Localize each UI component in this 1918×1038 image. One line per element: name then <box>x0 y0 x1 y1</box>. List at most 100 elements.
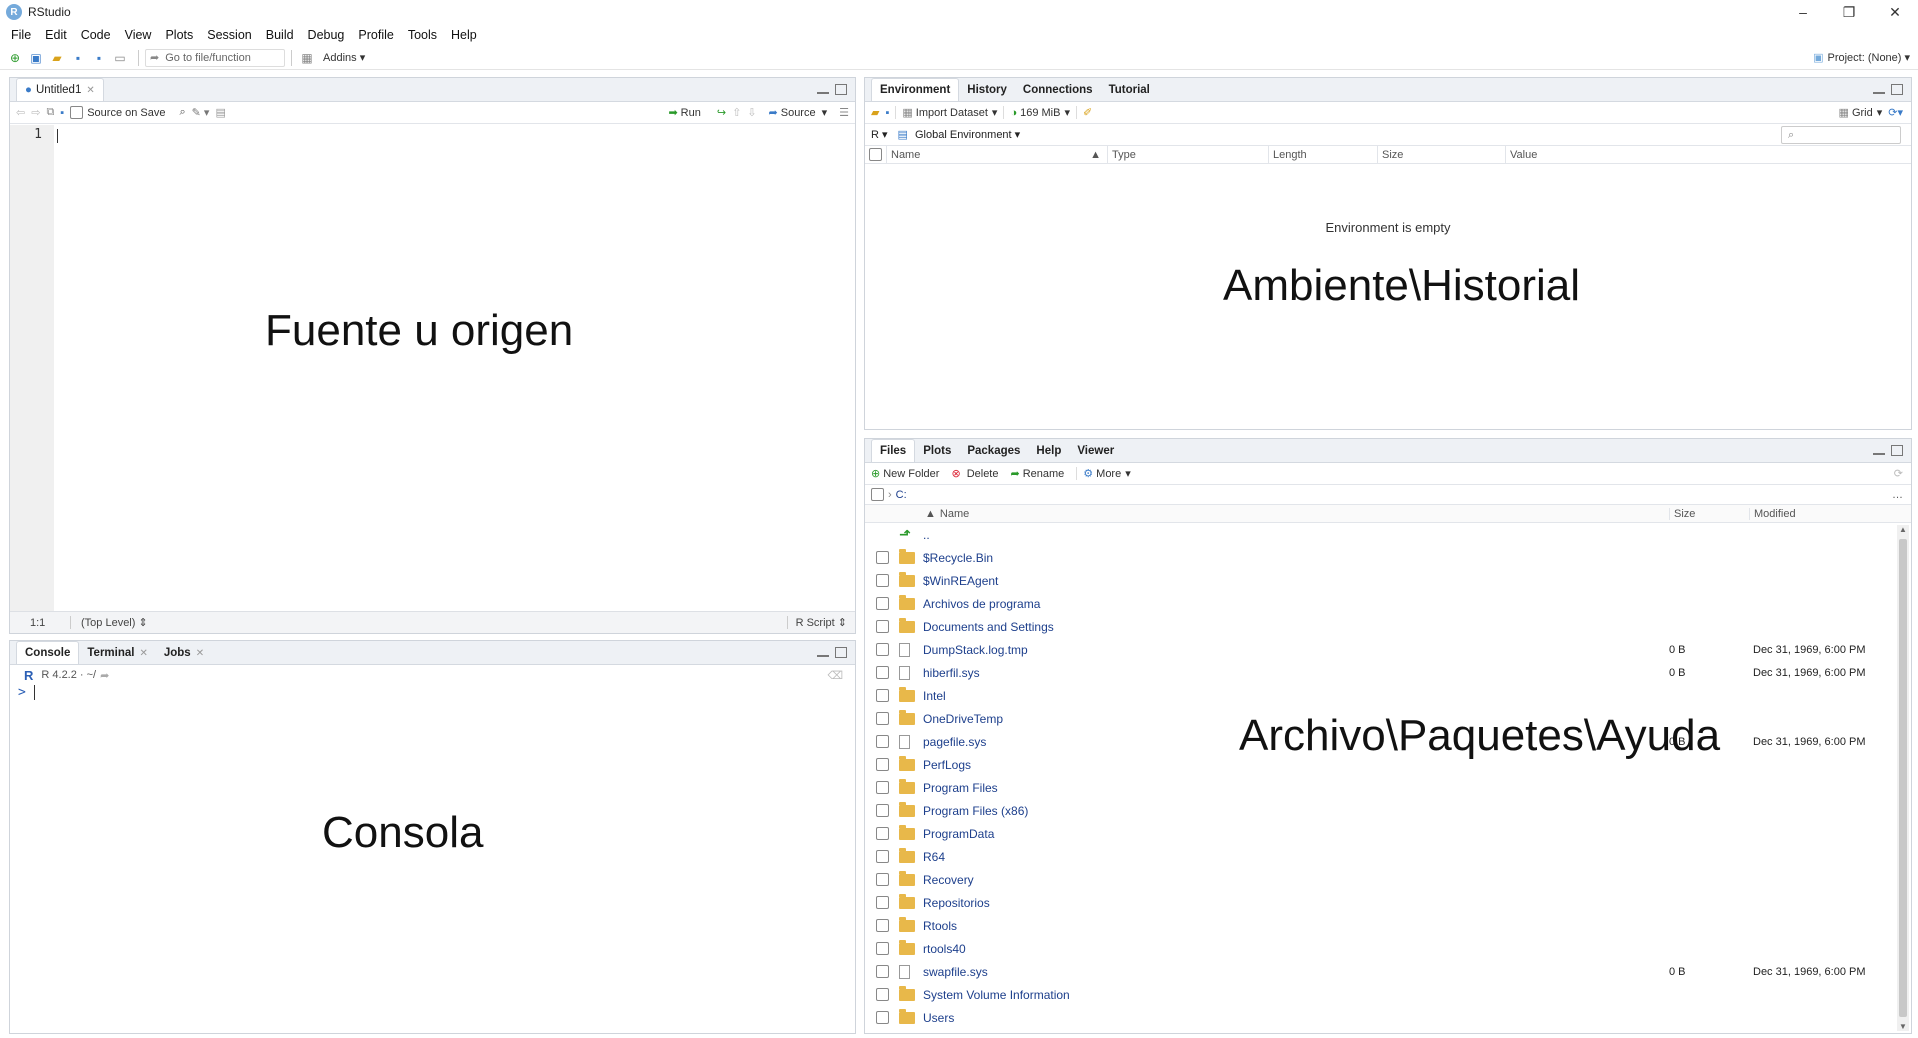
language-selector[interactable]: R ▾ <box>871 128 888 141</box>
file-row[interactable]: Intel <box>865 684 1911 707</box>
row-checkbox[interactable] <box>875 551 889 564</box>
file-row[interactable]: $Recycle.Bin <box>865 546 1911 569</box>
minimize-pane-icon[interactable] <box>1873 451 1885 455</box>
file-name-link[interactable]: Archivos de programa <box>923 597 1669 611</box>
row-checkbox[interactable] <box>875 781 889 794</box>
col-name[interactable]: Name ▲ <box>887 146 1108 163</box>
view-mode-selector[interactable]: ▦ Grid ▾ <box>1839 106 1883 120</box>
save-icon[interactable]: ▪ <box>69 49 87 67</box>
path-label[interactable]: C: <box>896 489 907 501</box>
file-row[interactable]: Recovery <box>865 868 1911 891</box>
save-workspace-icon[interactable]: ▪ <box>885 107 889 119</box>
file-row[interactable]: $WinREAgent <box>865 569 1911 592</box>
col-size[interactable]: Size <box>1669 507 1749 520</box>
tab-console[interactable]: Console <box>16 641 80 664</box>
select-all-checkbox[interactable] <box>871 488 884 501</box>
delete-button[interactable]: ⊗ Delete <box>951 467 998 481</box>
maximize-pane-icon[interactable] <box>1891 445 1903 456</box>
tab-plots[interactable]: Plots <box>915 440 959 462</box>
new-file-icon[interactable]: ⊕ <box>6 49 24 67</box>
environment-selector[interactable]: ▤ Global Environment ▾ <box>898 128 1021 141</box>
document-outline-icon[interactable]: ☰ <box>839 106 849 119</box>
row-checkbox[interactable] <box>875 827 889 840</box>
load-workspace-icon[interactable]: ▰ <box>871 106 879 119</box>
run-button[interactable]: ➡ Run <box>668 106 700 120</box>
row-checkbox[interactable] <box>875 919 889 932</box>
file-name-link[interactable]: DumpStack.log.tmp <box>923 643 1669 657</box>
goto-file-function-input[interactable]: ➦ Go to file/function <box>145 48 285 67</box>
file-row[interactable]: DumpStack.log.tmp 0 B Dec 31, 1969, 6:00 P… <box>865 638 1911 661</box>
row-checkbox[interactable] <box>875 666 889 679</box>
row-checkbox[interactable] <box>875 850 889 863</box>
file-name-link[interactable]: hiberfil.sys <box>923 666 1669 680</box>
show-in-window-icon[interactable]: ⧉ <box>46 106 54 119</box>
row-checkbox[interactable] <box>875 574 889 587</box>
row-checkbox[interactable] <box>875 643 889 656</box>
print-icon[interactable]: ▭ <box>111 49 129 67</box>
row-checkbox[interactable] <box>875 620 889 633</box>
file-row[interactable]: Documents and Settings <box>865 615 1911 638</box>
minimize-pane-icon[interactable] <box>1873 90 1885 94</box>
rerun-icon[interactable]: ↪ <box>717 106 726 119</box>
tab-environment[interactable]: Environment <box>871 78 960 101</box>
row-checkbox[interactable] <box>875 689 889 702</box>
close-tab-icon[interactable]: ✕ <box>139 648 147 659</box>
code-tools-wand-icon[interactable]: ✎ ▾ <box>192 106 210 119</box>
tab-untitled1[interactable]: ● Untitled1 ✕ <box>16 78 104 101</box>
goto-dir-icon[interactable]: ➦ <box>100 669 109 682</box>
select-all-checkbox[interactable] <box>869 148 882 161</box>
row-checkbox[interactable] <box>875 1011 889 1024</box>
file-row[interactable]: swapfile.sys 0 B Dec 31, 1969, 6:00 PM <box>865 960 1911 983</box>
menu-code[interactable]: Code <box>74 28 118 42</box>
row-checkbox[interactable] <box>875 965 889 978</box>
col-size[interactable]: Size <box>1378 146 1506 163</box>
row-checkbox[interactable] <box>875 873 889 886</box>
row-checkbox[interactable] <box>875 896 889 909</box>
file-row[interactable]: hiberfil.sys 0 B Dec 31, 1969, 6:00 PM <box>865 661 1911 684</box>
memory-usage-button[interactable]: ◑ 169 MiB ▾ <box>1003 106 1070 119</box>
tab-history[interactable]: History <box>959 79 1015 101</box>
source-on-save-checkbox[interactable] <box>70 106 84 119</box>
back-arrow-icon[interactable]: ⇦ <box>16 106 25 119</box>
row-checkbox[interactable] <box>875 597 889 610</box>
maximize-pane-icon[interactable] <box>835 647 847 658</box>
search-icon[interactable]: ⌕ <box>179 106 185 119</box>
source-on-save-toggle[interactable]: Source on Save <box>70 106 165 119</box>
menu-file[interactable]: File <box>4 28 38 42</box>
file-row[interactable]: Users <box>865 1006 1911 1029</box>
file-row[interactable]: rtools40 <box>865 937 1911 960</box>
col-value[interactable]: Value <box>1506 146 1911 163</box>
code-editor[interactable]: 1 <box>10 125 855 611</box>
console-prompt-line[interactable]: > <box>10 685 855 700</box>
file-name-link[interactable]: rtools40 <box>923 942 1669 956</box>
save-icon[interactable]: ▪ <box>60 107 64 119</box>
tab-tutorial[interactable]: Tutorial <box>1101 79 1158 101</box>
col-length[interactable]: Length <box>1269 146 1378 163</box>
compile-report-icon[interactable]: ▤ <box>215 106 225 119</box>
project-menu[interactable]: ▣ Project: (None) ▾ <box>1813 51 1910 65</box>
menu-tools[interactable]: Tools <box>401 28 444 42</box>
file-name-link[interactable]: R64 <box>923 850 1669 864</box>
tab-files[interactable]: Files <box>871 439 916 462</box>
file-name-link[interactable]: Recovery <box>923 873 1669 887</box>
file-row[interactable]: Program Files (x86) <box>865 799 1911 822</box>
close-tab-icon[interactable]: ✕ <box>86 85 94 96</box>
menu-edit[interactable]: Edit <box>38 28 74 42</box>
menu-build[interactable]: Build <box>259 28 301 42</box>
parent-directory-link[interactable]: .. <box>923 528 930 542</box>
addins-menu[interactable]: Addins ▾ <box>323 51 365 64</box>
maximize-pane-icon[interactable] <box>835 84 847 95</box>
scroll-thumb[interactable] <box>1899 539 1907 1017</box>
tab-packages[interactable]: Packages <box>959 440 1028 462</box>
menu-profile[interactable]: Profile <box>351 28 400 42</box>
file-name-link[interactable]: $WinREAgent <box>923 574 1669 588</box>
scroll-up-icon[interactable]: ▲ <box>1897 525 1909 534</box>
file-row[interactable]: R64 <box>865 845 1911 868</box>
workspace-panes-icon[interactable]: ▦ <box>298 49 316 67</box>
file-name-link[interactable]: Rtools <box>923 919 1669 933</box>
row-checkbox[interactable] <box>875 988 889 1001</box>
file-row[interactable]: System Volume Information <box>865 983 1911 1006</box>
row-checkbox[interactable] <box>875 942 889 955</box>
clear-workspace-broom-icon[interactable]: ✐ <box>1076 106 1092 119</box>
menu-plots[interactable]: Plots <box>158 28 200 42</box>
